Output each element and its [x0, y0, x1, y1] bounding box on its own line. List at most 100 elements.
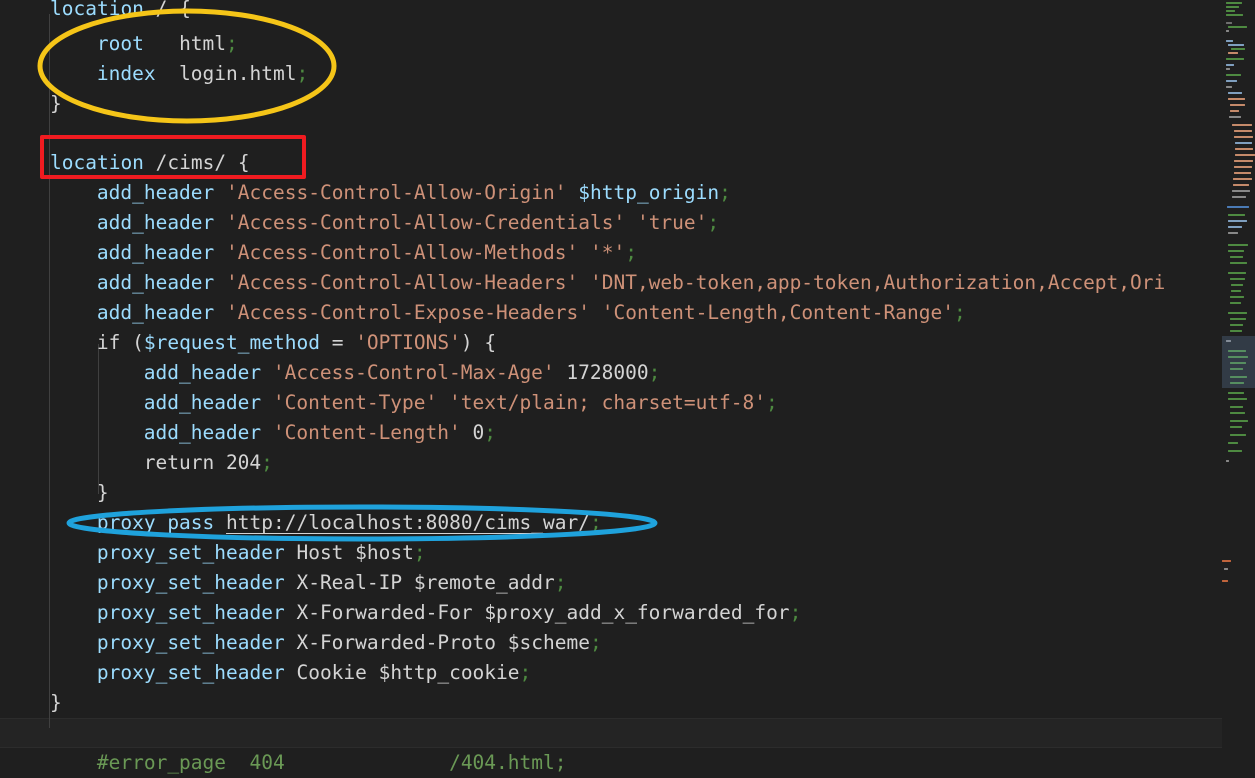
minimap-row	[1228, 226, 1242, 228]
minimap-row	[1228, 250, 1244, 252]
minimap-row	[1226, 22, 1232, 24]
code-line[interactable]: proxy_set_header X-Forwarded-For $proxy_…	[0, 598, 801, 628]
code-line[interactable]: add_header 'Access-Control-Expose-Header…	[0, 298, 966, 328]
code-token-plain: X-Forwarded-For	[284, 601, 485, 624]
code-token-var: $http_origin	[578, 181, 720, 204]
minimap-row	[1226, 64, 1234, 66]
code-token-str: 'Access-Control-Expose-Headers'	[226, 301, 590, 324]
code-token-plain: )	[460, 331, 485, 354]
code-token-dir: proxy_set_header	[96, 661, 285, 684]
code-token-plain: $scheme	[507, 631, 590, 654]
code-token-dir: proxy_set_header	[96, 631, 285, 654]
code-line[interactable]: proxy_set_header X-Real-IP $remote_addr;	[0, 568, 567, 598]
minimap-row	[1228, 392, 1244, 394]
minimap-row	[1226, 30, 1229, 32]
code-token-var: $request_method	[143, 331, 320, 354]
minimap-row	[1234, 166, 1252, 168]
code-text-area[interactable]: location / {root html; index login.html;}…	[0, 0, 1222, 778]
code-line[interactable]	[0, 718, 62, 748]
code-line[interactable]: add_header 'Access-Control-Allow-Methods…	[0, 238, 637, 268]
minimap-row	[1222, 580, 1228, 582]
code-token-dir: add_header	[96, 211, 215, 234]
minimap-row	[1228, 272, 1246, 274]
minimap-row	[1226, 74, 1241, 76]
code-token-dir: location	[50, 0, 144, 20]
code-token-semi: ;	[261, 451, 273, 474]
current-line-highlight	[0, 718, 1222, 748]
minimap[interactable]	[1222, 0, 1255, 778]
code-line[interactable]: add_header 'Access-Control-Allow-Origin'…	[0, 178, 731, 208]
code-token-str: 'DNT,web-token,app-token,Authorization,A…	[589, 271, 1166, 294]
minimap-row	[1231, 290, 1241, 292]
code-line[interactable]: proxy_set_header Host $host;	[0, 538, 426, 568]
code-line[interactable]	[0, 119, 62, 149]
code-token-plain: html	[143, 32, 227, 55]
code-token-semi: ;	[589, 511, 602, 534]
code-line[interactable]: }	[0, 89, 62, 119]
code-token-plain: $proxy_add_x_forwarded_for	[484, 601, 790, 624]
code-line[interactable]: if ($request_method = 'OPTIONS') {	[0, 328, 496, 358]
minimap-row	[1232, 124, 1252, 126]
code-token-str: 'Content-Length'	[272, 421, 461, 444]
minimap-row	[1230, 278, 1245, 280]
code-editor[interactable]: location / {root html; index login.html;}…	[0, 0, 1255, 778]
code-token-num: 0	[460, 421, 485, 444]
code-token-link[interactable]: http://localhost:8080/cims_war/	[226, 511, 590, 534]
minimap-row	[1232, 196, 1246, 198]
code-line[interactable]: add_header 'Access-Control-Allow-Credent…	[0, 208, 719, 238]
minimap-row	[1226, 460, 1229, 462]
minimap-row	[1235, 154, 1255, 156]
minimap-row	[1226, 2, 1242, 4]
code-token-dir: index	[96, 62, 156, 85]
minimap-row	[1222, 560, 1231, 562]
code-token-semi: ;	[296, 62, 309, 85]
code-token-dir: proxy_set_header	[96, 571, 285, 594]
code-line[interactable]: proxy_set_header Cookie $http_cookie;	[0, 658, 531, 688]
minimap-row	[1228, 450, 1242, 452]
minimap-row	[1226, 40, 1233, 42]
code-line[interactable]: add_header 'Content-Type' 'text/plain; c…	[0, 388, 778, 418]
code-token-dir: add_header	[96, 181, 215, 204]
code-token-plain: (	[120, 331, 144, 354]
code-line[interactable]: }	[0, 688, 62, 718]
code-line[interactable]: proxy_set_header X-Forwarded-Proto $sche…	[0, 628, 602, 658]
minimap-row	[1228, 232, 1238, 234]
minimap-row	[1230, 318, 1246, 320]
code-line[interactable]: #error_page 404 /404.html;	[0, 748, 567, 778]
minimap-row	[1230, 434, 1246, 436]
code-token-plain: =	[319, 331, 356, 354]
minimap-row	[1235, 142, 1252, 144]
minimap-row	[1228, 356, 1248, 358]
minimap-row	[1230, 420, 1248, 422]
code-token-dir: add_header	[143, 361, 262, 384]
code-line[interactable]: location / {	[0, 0, 191, 24]
minimap-row	[1230, 262, 1247, 264]
code-line[interactable]: add_header 'Access-Control-Allow-Headers…	[0, 268, 1165, 298]
code-token-plain: $http_cookie	[378, 661, 520, 684]
code-token-str: 'Access-Control-Allow-Methods'	[226, 241, 579, 264]
code-token-dir: proxy_set_header	[96, 541, 285, 564]
code-token-plain: $host	[355, 541, 414, 564]
minimap-row	[1226, 68, 1230, 70]
minimap-row	[1230, 382, 1244, 384]
code-token-plain: login.html	[155, 62, 297, 85]
minimap-row	[1228, 98, 1245, 100]
code-token-semi: ;	[413, 541, 426, 564]
code-token-str: 'Access-Control-Allow-Origin'	[226, 181, 567, 204]
code-line[interactable]: root html;	[0, 29, 238, 59]
code-line[interactable]: proxy_pass http://localhost:8080/cims_wa…	[0, 508, 602, 538]
code-line[interactable]: return 204;	[0, 448, 273, 478]
minimap-row	[1228, 44, 1244, 46]
code-line[interactable]: add_header 'Content-Length' 0;	[0, 418, 496, 448]
code-line[interactable]: index login.html;	[0, 59, 308, 89]
code-token-semi: ;	[719, 181, 731, 204]
code-line[interactable]: location /cims/ {	[0, 148, 250, 178]
minimap-row	[1234, 136, 1253, 138]
minimap-row	[1230, 256, 1243, 258]
code-line[interactable]: add_header 'Access-Control-Max-Age' 1728…	[0, 358, 661, 388]
code-line[interactable]: }	[0, 478, 109, 508]
